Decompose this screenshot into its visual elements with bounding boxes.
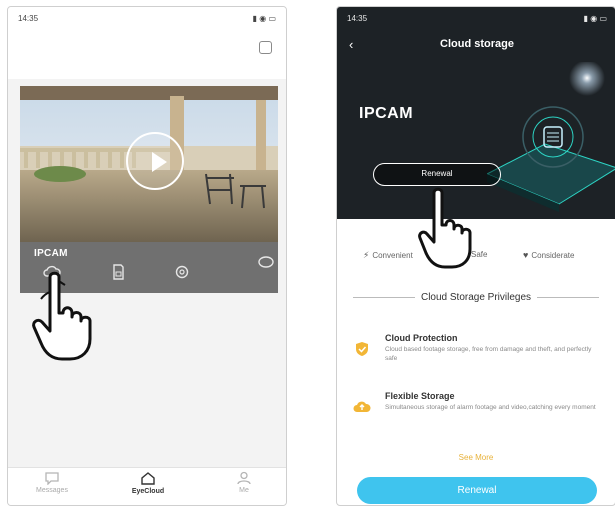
privilege-description: Simultaneous storage of alarm footage an…: [385, 404, 596, 411]
feature-label: Considerate: [531, 250, 575, 260]
person-icon: [237, 471, 251, 485]
camera-card[interactable]: IPCAM: [20, 86, 278, 293]
divider: [537, 297, 599, 298]
lightning-icon: ⚡: [363, 250, 370, 260]
privilege-flexible-storage: Flexible Storage Simultaneous storage of…: [353, 391, 603, 435]
privileges-heading: Cloud Storage Privileges: [353, 292, 599, 303]
more-icon[interactable]: [256, 252, 276, 272]
heart-icon: ♥: [523, 250, 529, 260]
phone-cloud-storage-screen: 14:35 ▮ ◉ ▭ ‹ Cloud storage IPCAM Renewa…: [336, 6, 615, 506]
cloud-storage-banner: 14:35 ▮ ◉ ▭ ‹ Cloud storage IPCAM Renewa…: [337, 7, 615, 219]
renewal-button[interactable]: Renewal: [357, 477, 597, 504]
settings-gear-icon[interactable]: [172, 262, 192, 282]
message-icon: [45, 472, 59, 485]
flexible-storage-icon: [353, 401, 371, 412]
feature-label: Convenient: [372, 251, 413, 260]
privilege-description: Cloud based footage storage, free from d…: [385, 346, 592, 362]
privilege-title: Cloud Protection: [385, 333, 458, 343]
page-title: Cloud storage: [440, 38, 514, 50]
bottom-navigation: Messages EyeCloud Me: [8, 467, 286, 505]
hero-renewal-button[interactable]: Renewal: [373, 163, 501, 186]
phone-home-screen: 14:35 ▮ ◉ ▭ IPCAM Messages EyeCloud Me: [7, 6, 287, 506]
grid-view-icon[interactable]: [259, 41, 272, 54]
nav-label: Me: [239, 487, 249, 494]
status-time: 14:35: [347, 13, 368, 23]
see-more-link[interactable]: See More: [337, 453, 615, 462]
feature-safe: Safe: [471, 250, 487, 259]
privilege-title: Flexible Storage: [385, 391, 455, 401]
nav-label: Messages: [36, 487, 68, 494]
divider: [353, 297, 415, 298]
home-cloud-icon: [141, 472, 155, 485]
home-header: 14:35 ▮ ◉ ▭: [8, 7, 286, 79]
device-name: IPCAM: [359, 105, 414, 122]
status-indicators: ▮ ◉ ▭: [252, 13, 276, 23]
cloud-device-illustration: [487, 62, 615, 212]
status-bar: 14:35 ▮ ◉ ▭: [337, 7, 615, 29]
feature-considerate: ♥ Considerate: [523, 250, 574, 260]
cloud-protection-icon: [356, 342, 368, 356]
status-indicators: ▮ ◉ ▭: [583, 13, 607, 23]
pointing-hand-icon: [32, 271, 92, 361]
nav-messages[interactable]: Messages: [22, 471, 82, 494]
camera-name: IPCAM: [34, 248, 68, 259]
privileges-heading-text: Cloud Storage Privileges: [420, 292, 532, 303]
status-time: 14:35: [18, 13, 39, 23]
play-button[interactable]: [126, 132, 184, 190]
status-bar: 14:35 ▮ ◉ ▭: [8, 7, 286, 29]
nav-label: EyeCloud: [131, 488, 165, 495]
privilege-cloud-protection: Cloud Protection Cloud based footage sto…: [353, 333, 603, 377]
sd-card-icon[interactable]: [108, 262, 128, 282]
features-row: ⚡ Convenient Safe ♥ Considerate: [337, 250, 615, 264]
feature-label: Safe: [471, 250, 488, 259]
feature-convenient: ⚡ Convenient: [363, 250, 413, 261]
nav-me[interactable]: Me: [214, 471, 274, 494]
nav-eyecloud[interactable]: EyeCloud: [118, 471, 178, 495]
